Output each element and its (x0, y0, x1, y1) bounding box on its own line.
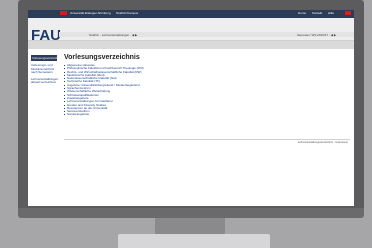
header-context-left[interactable]: StudOn · Lehrveranstaltungen · ◀ ▶ (89, 33, 137, 37)
content-band (28, 41, 354, 49)
category-list: Allgemeine Hinweise Philosophische Fakul… (64, 63, 350, 117)
topbar-link-university[interactable]: Universität Erlangen-Nürnberg (70, 11, 111, 15)
footer[interactable]: Lehrveranstaltungsverzeichnis · Impressu… (298, 141, 348, 144)
monitor-bezel (18, 208, 364, 218)
semester-selector[interactable]: Semester: WS 2016/17 · ◀ ▶ (297, 33, 336, 37)
main-content: Vorlesungsverzeichnis Allgemeine Hinweis… (64, 54, 350, 117)
sidebar-heading[interactable]: Vorlesungsverzeichnis (31, 55, 62, 61)
university-mark-icon (60, 11, 67, 15)
page-title: Vorlesungsverzeichnis (64, 54, 140, 61)
sidebar-item-modules[interactable]: Vorlesungs- und Modulverzeichnis nach Se… (31, 63, 57, 75)
sidebar: Vorlesungsverzeichnis Vorlesungs- und Mo… (31, 55, 62, 85)
browser-screen: Universität Erlangen-Nürnberg StudOn/Cam… (28, 10, 354, 206)
breadcrumb: StudOn · Lehrveranstaltungen · ◀ ▶ Semes… (59, 32, 354, 37)
monitor-stand (118, 234, 270, 248)
topbar-link-home[interactable]: Home (298, 11, 306, 15)
topbar-link-studon[interactable]: StudOn/Campus (116, 11, 138, 15)
footer-divider (64, 139, 350, 140)
topbar-link-contact[interactable]: Kontakt (312, 11, 322, 15)
language-flag-icon[interactable] (345, 11, 351, 15)
list-item[interactable]: Sonderangebote (64, 113, 350, 116)
sidebar-item-current[interactable]: Lehrveranstaltungen aktuell verzeichnet (31, 77, 58, 85)
site-header: FAU (28, 18, 354, 44)
top-navigation-bar: Universität Erlangen-Nürnberg StudOn/Cam… (28, 10, 354, 18)
topbar-link-help[interactable]: Hilfe (328, 11, 334, 15)
